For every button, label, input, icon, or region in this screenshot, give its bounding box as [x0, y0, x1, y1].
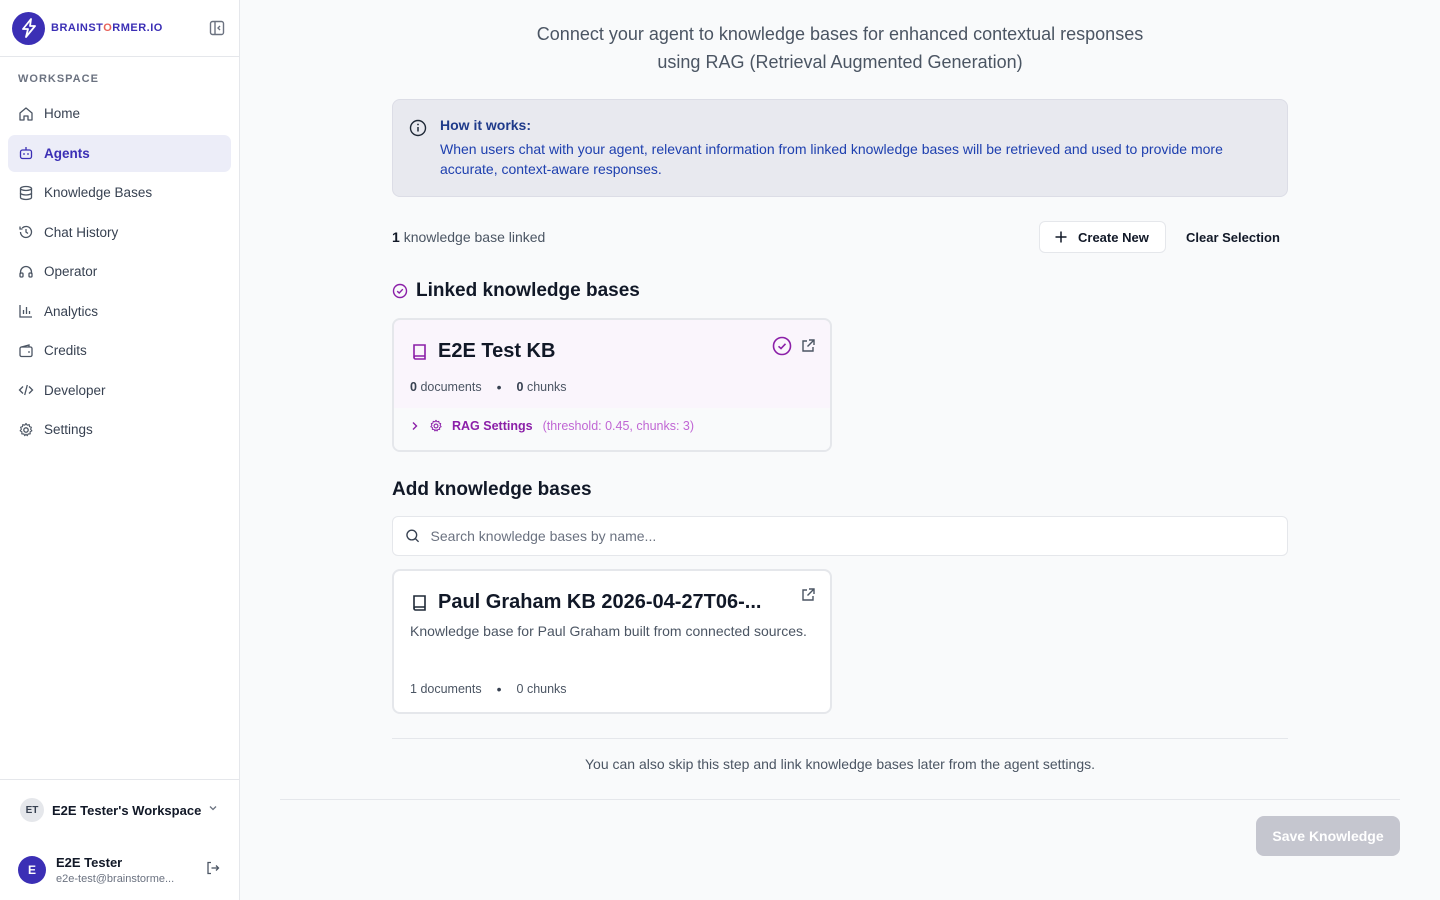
sidebar-item-credits[interactable]: Credits: [8, 332, 231, 369]
clear-selection-button[interactable]: Clear Selection: [1174, 221, 1292, 253]
page-subtitle: Connect your agent to knowledge bases fo…: [536, 24, 1144, 72]
workspace-name: E2E Tester's Workspace: [52, 802, 202, 818]
code-icon: [18, 384, 34, 396]
wallet-icon: [19, 343, 33, 357]
external-link-icon[interactable]: [800, 587, 816, 608]
sidebar-footer: ET E2E Tester's Workspace E E2E Tester e…: [0, 779, 239, 900]
search-icon: [406, 529, 420, 543]
linked-kb-card[interactable]: E2E Test KB 0 documents • 0 chunks RAG S…: [392, 318, 832, 452]
linked-count: 1 knowledge base linked: [392, 229, 546, 245]
external-link-icon[interactable]: [800, 338, 816, 359]
bot-icon: [19, 147, 33, 160]
sidebar-item-label: Developer: [44, 382, 106, 398]
workspace-switcher[interactable]: ET E2E Tester's Workspace: [0, 780, 239, 840]
kb-card-actions: [792, 587, 816, 608]
how-it-works-box: How it works: When users chat with your …: [392, 99, 1288, 197]
history-icon: [19, 225, 33, 239]
sidebar-item-home[interactable]: Home: [8, 95, 231, 132]
user-name: E2E Tester: [56, 855, 123, 870]
user-profile: E E2E Tester e2e-test@brainstorme...: [0, 840, 239, 900]
divider: [392, 738, 1288, 739]
search-input[interactable]: [430, 528, 1275, 544]
kb-stats: 1 documents • 0 chunks: [410, 681, 567, 697]
sidebar: BRAINSTORMER.IO WORKSPACE Home Agents Kn…: [0, 0, 240, 900]
workspace-section-label: WORKSPACE: [18, 73, 99, 85]
info-title: How it works:: [440, 117, 532, 133]
sidebar-item-chat-history[interactable]: Chat History: [8, 214, 231, 251]
chevron-down-icon: [207, 801, 219, 819]
info-text: When users chat with your agent, relevan…: [440, 141, 1223, 177]
plus-icon: [1055, 231, 1067, 243]
add-heading: Add knowledge bases: [392, 479, 592, 500]
selected-check-icon[interactable]: [772, 336, 792, 361]
create-new-button[interactable]: Create New: [1039, 221, 1166, 253]
sidebar-item-agents[interactable]: Agents: [8, 134, 231, 172]
sidebar-item-label: Agents: [44, 145, 90, 161]
brand-header: BRAINSTORMER.IO: [0, 0, 239, 57]
sidebar-item-label: Home: [44, 106, 81, 121]
sidebar-item-operator[interactable]: Operator: [8, 253, 231, 290]
workspace-badge: ET: [20, 798, 44, 822]
sidebar-item-label: Knowledge Bases: [44, 185, 153, 200]
sidebar-nav: Home Agents Knowledge Bases Chat History…: [0, 95, 239, 448]
info-icon: [409, 119, 427, 179]
database-icon: [19, 185, 33, 200]
kb-title: E2E Test KB: [410, 340, 555, 363]
gear-icon: [19, 422, 33, 436]
save-knowledge-button[interactable]: Save Knowledge: [1256, 816, 1400, 856]
sidebar-item-label: Credits: [44, 343, 87, 358]
rag-settings-toggle[interactable]: RAG Settings (threshold: 0.45, chunks: 3…: [410, 419, 694, 433]
rag-settings-params: (threshold: 0.45, chunks: 3): [542, 419, 695, 433]
headset-icon: [19, 265, 33, 278]
kb-description: Knowledge base for Paul Graham built fro…: [410, 623, 807, 639]
linked-heading: Linked knowledge bases: [392, 280, 640, 302]
sidebar-item-label: Settings: [44, 422, 93, 437]
sidebar-item-label: Analytics: [44, 303, 99, 319]
kb-title: Paul Graham KB 2026-04-27T06-...: [410, 591, 761, 614]
search-box: [392, 516, 1288, 556]
gear-icon: [430, 419, 442, 432]
check-circle-icon: [392, 283, 408, 299]
bar-chart-icon: [19, 305, 32, 318]
sidebar-collapse-icon[interactable]: [207, 18, 227, 38]
sidebar-item-analytics[interactable]: Analytics: [8, 293, 231, 330]
sidebar-item-knowledge-bases[interactable]: Knowledge Bases: [8, 174, 231, 211]
rag-settings-label: RAG Settings: [452, 419, 533, 433]
main-content: Connect your agent to knowledge bases fo…: [240, 0, 1440, 900]
book-icon: [413, 343, 426, 360]
kb-card-actions: [764, 336, 816, 361]
kb-stats: 0 documents • 0 chunks: [410, 379, 567, 395]
home-icon: [19, 106, 33, 121]
avatar[interactable]: E: [18, 856, 46, 884]
brand-name: BRAINSTORMER.IO: [51, 22, 163, 34]
footer-divider: [280, 799, 1400, 800]
sidebar-item-settings[interactable]: Settings: [8, 411, 231, 448]
chevron-right-icon: [412, 422, 418, 430]
sidebar-item-label: Chat History: [44, 224, 119, 240]
sidebar-item-developer[interactable]: Developer: [8, 372, 231, 409]
bolt-logo-icon[interactable]: [12, 11, 45, 45]
sidebar-item-label: Operator: [44, 264, 98, 279]
book-icon: [413, 594, 426, 611]
user-info: E2E Tester e2e-test@brainstorme...: [56, 855, 174, 885]
skip-note: You can also skip this step and link kno…: [584, 756, 1095, 772]
user-email: e2e-test@brainstorme...: [56, 873, 175, 885]
available-kb-card[interactable]: Paul Graham KB 2026-04-27T06-... Knowled…: [392, 569, 832, 714]
logout-icon[interactable]: [205, 860, 221, 881]
